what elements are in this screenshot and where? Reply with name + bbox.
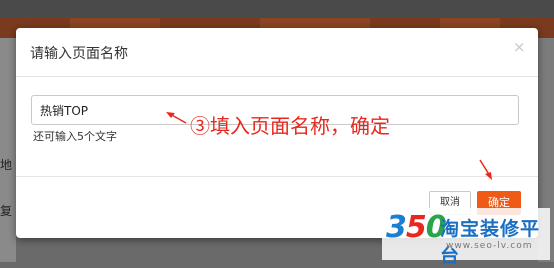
watermark-logo: 350 淘宝装修平台 www.seo-lv.com [382,208,550,267]
logo-350-mark: 350 [386,210,447,245]
logo-url: www.seo-lv.com [446,241,533,251]
arrow-to-confirm-icon [479,159,492,180]
arrow-to-input-icon [166,112,187,124]
